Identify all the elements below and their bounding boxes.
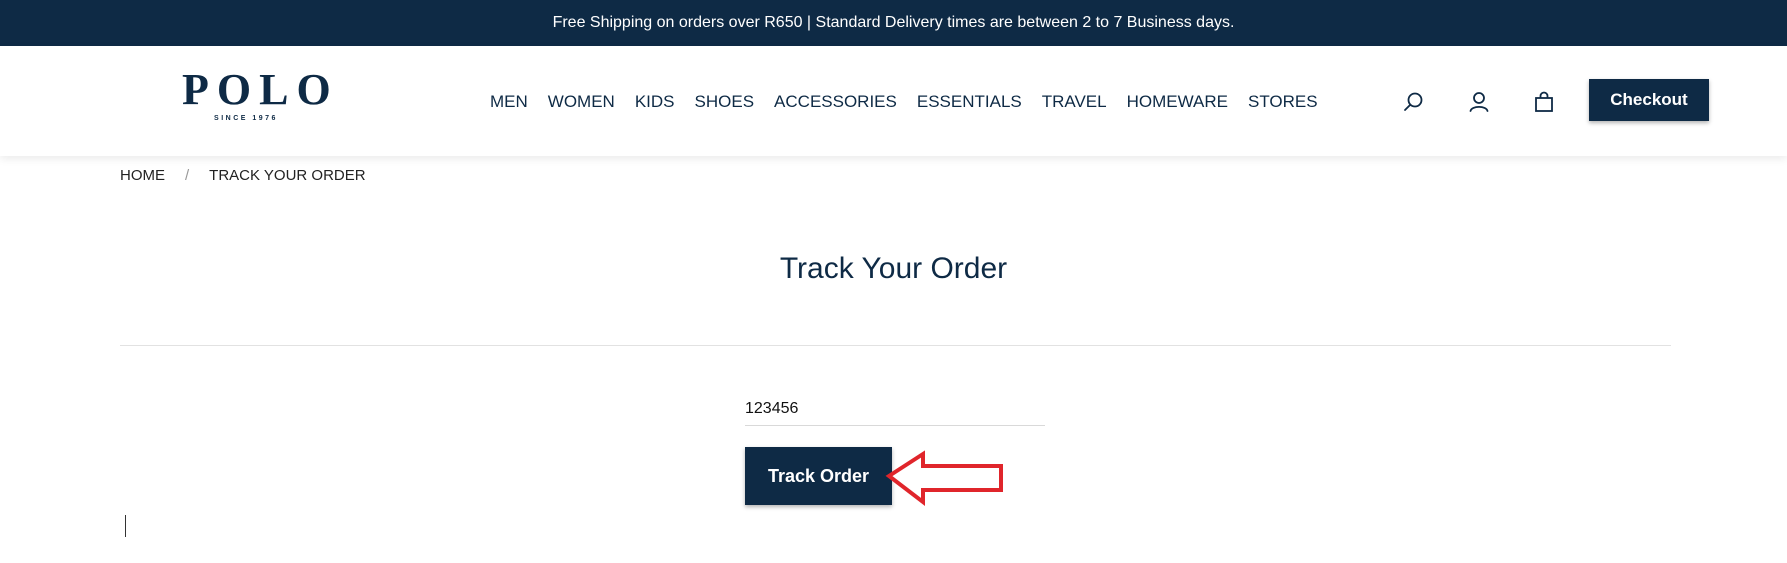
breadcrumb: HOME / TRACK YOUR ORDER	[120, 167, 366, 184]
nav-travel[interactable]: TRAVEL	[1042, 91, 1107, 113]
nav-men[interactable]: MEN	[490, 91, 528, 113]
main-nav: MEN WOMEN KIDS SHOES ACCESSORIES ESSENTI…	[490, 91, 1338, 113]
announcement-bar: Free Shipping on orders over R650 | Stan…	[0, 0, 1787, 46]
checkout-button[interactable]: Checkout	[1589, 79, 1709, 121]
nav-homeware[interactable]: HOMEWARE	[1127, 91, 1228, 113]
order-number-input[interactable]	[745, 392, 1045, 426]
nav-stores[interactable]: STORES	[1248, 91, 1318, 113]
breadcrumb-home[interactable]: HOME	[120, 167, 165, 184]
nav-shoes[interactable]: SHOES	[695, 91, 755, 113]
site-header: POLO SINCE 1976 MEN WOMEN KIDS SHOES ACC…	[0, 46, 1787, 156]
text-cursor	[125, 515, 126, 537]
search-icon[interactable]	[1400, 88, 1428, 116]
polo-logo[interactable]: POLO SINCE 1976	[176, 65, 339, 128]
announcement-text: Free Shipping on orders over R650 | Stan…	[552, 14, 1235, 31]
nav-women[interactable]: WOMEN	[548, 91, 615, 113]
nav-kids[interactable]: KIDS	[635, 91, 675, 113]
track-order-button[interactable]: Track Order	[745, 447, 892, 505]
breadcrumb-separator: /	[185, 167, 190, 184]
nav-accessories[interactable]: ACCESSORIES	[774, 91, 897, 113]
breadcrumb-current: TRACK YOUR ORDER	[209, 167, 366, 184]
section-divider	[120, 345, 1671, 346]
annotation-arrow-icon	[885, 450, 1003, 507]
page-title: Track Your Order	[779, 252, 1008, 285]
shopping-bag-icon[interactable]	[1530, 88, 1558, 116]
account-icon[interactable]	[1465, 88, 1493, 116]
logo-wordmark: POLO	[182, 65, 339, 114]
logo-tagline: SINCE 1976	[214, 115, 278, 122]
nav-essentials[interactable]: ESSENTIALS	[917, 91, 1022, 113]
